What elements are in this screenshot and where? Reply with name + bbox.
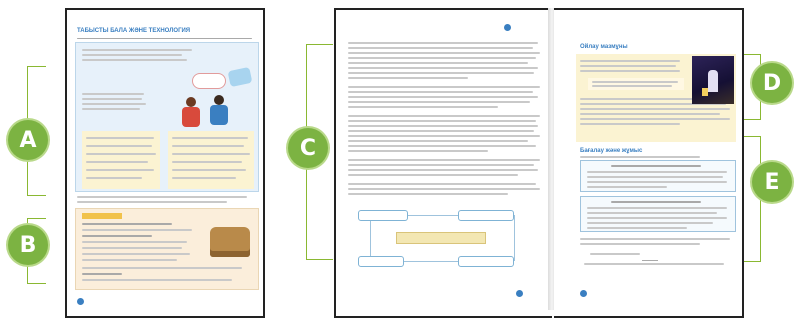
label-d-badge: D bbox=[752, 63, 792, 103]
bullet-column-left bbox=[82, 131, 160, 189]
night-photo bbox=[692, 56, 734, 104]
fraction-symbol bbox=[642, 248, 658, 261]
concept-diagram bbox=[350, 206, 540, 272]
task-box-lower bbox=[580, 196, 736, 232]
activity-box bbox=[75, 208, 259, 290]
bullet-column-right bbox=[168, 131, 254, 189]
bracket-e bbox=[744, 136, 761, 262]
diagram-center-box bbox=[396, 232, 486, 244]
intro-box bbox=[75, 42, 259, 192]
heading-rule bbox=[77, 38, 252, 39]
page-number-marker bbox=[580, 290, 587, 297]
middle-textbook-page bbox=[334, 8, 552, 318]
label-a-badge: A bbox=[8, 120, 48, 160]
label-b-badge: B bbox=[8, 225, 48, 265]
diagram-box-top-left bbox=[358, 210, 408, 221]
label-e-badge: E bbox=[752, 162, 792, 202]
section-heading-top: Ойлау мазмұны bbox=[580, 44, 628, 50]
label-c-badge: C bbox=[288, 128, 328, 168]
section-heading-mid: Бағалау және жұмыс bbox=[580, 148, 643, 154]
left-textbook-page: ТАБЫСТЫ БАЛА ЖӘНЕ ТЕХНОЛОГИЯ bbox=[65, 8, 265, 318]
page-number-marker bbox=[77, 298, 84, 305]
page-heading: ТАБЫСТЫ БАЛА ЖӘНЕ ТЕХНОЛОГИЯ bbox=[77, 28, 191, 34]
diagram-box-bottom-right bbox=[458, 256, 514, 267]
reading-box bbox=[576, 54, 736, 142]
bread-illustration bbox=[210, 227, 250, 257]
page-number-marker bbox=[516, 290, 523, 297]
diagram-box-bottom-left bbox=[358, 256, 404, 267]
task-box-upper bbox=[580, 160, 736, 192]
page-number-marker bbox=[504, 24, 511, 31]
right-textbook-page: Ойлау мазмұны Бағалау және жұмыс bbox=[554, 8, 744, 318]
children-illustration bbox=[164, 66, 254, 133]
diagram-box-top-right bbox=[458, 210, 514, 221]
